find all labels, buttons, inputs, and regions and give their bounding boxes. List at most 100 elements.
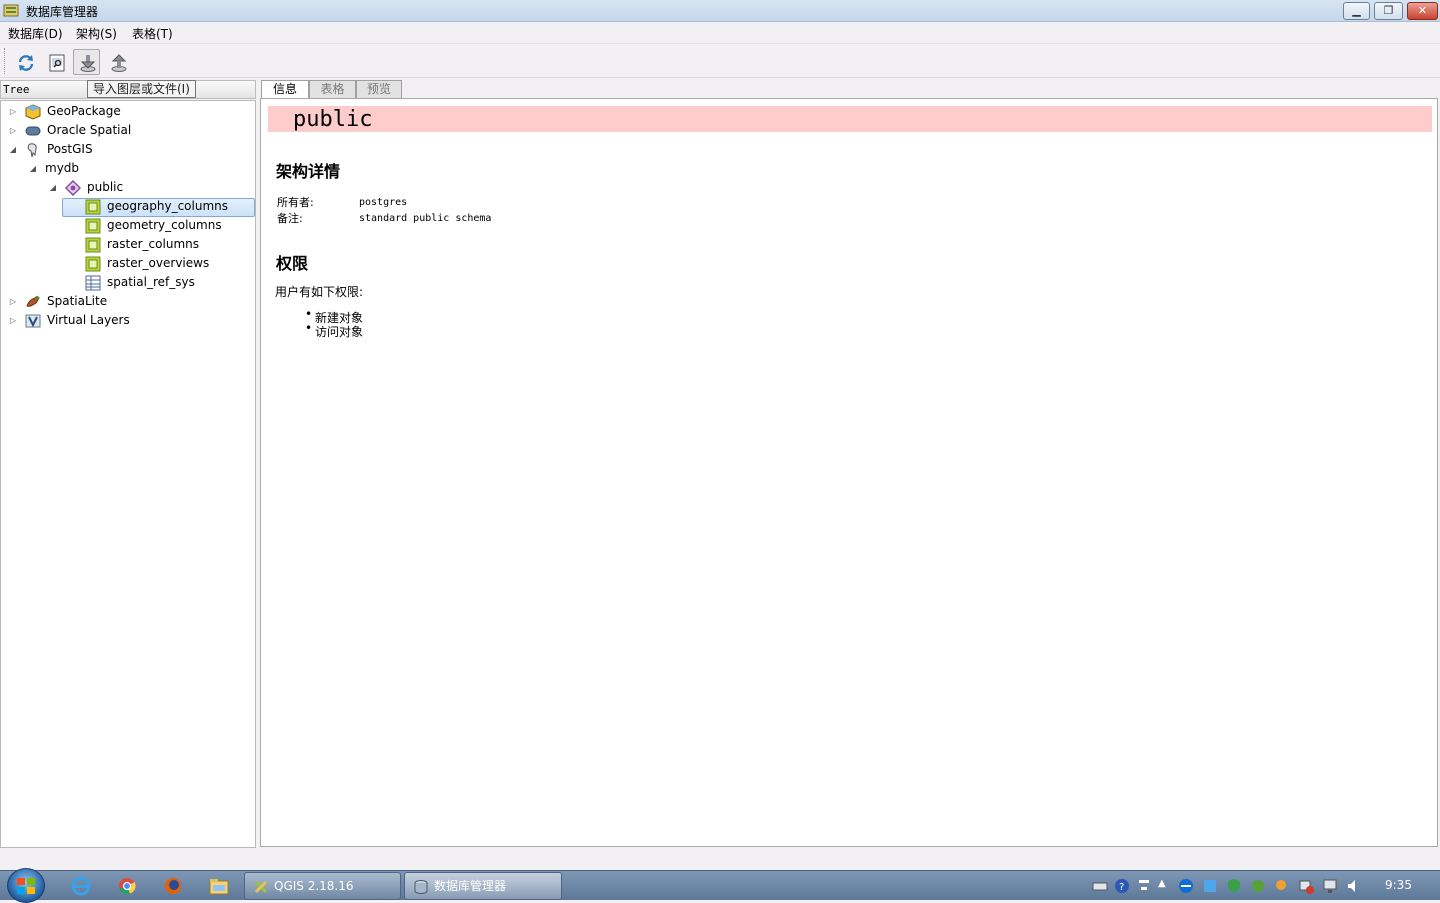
geopackage-icon: [25, 104, 41, 120]
tree-item-label: Virtual Layers: [47, 313, 130, 327]
collapse-arrow-icon[interactable]: ◢: [8, 140, 18, 159]
task-label: QGIS 2.18.16: [274, 879, 354, 893]
task-label: 数据库管理器: [434, 879, 507, 893]
task-db-manager[interactable]: 数据库管理器: [404, 872, 562, 900]
tree-item-virtual-layers[interactable]: ▷ Virtual Layers: [1, 311, 255, 330]
owner-label: 所有者:: [277, 196, 314, 209]
info-panel: public 架构详情 所有者: postgres 备注: standard p…: [260, 98, 1438, 847]
tree-item-table[interactable]: geography_columns: [1, 197, 255, 216]
network-manager-icon[interactable]: [1250, 878, 1266, 894]
comment-value: standard public schema: [359, 213, 492, 224]
tree-item-table[interactable]: geometry_columns: [1, 216, 255, 235]
expand-arrow-icon[interactable]: ▷: [8, 102, 18, 121]
qgis-icon: [254, 880, 268, 894]
tree-item-public[interactable]: ◢ public: [1, 178, 255, 197]
close-button[interactable]: ✕: [1407, 2, 1438, 20]
expand-arrow-icon[interactable]: ▷: [8, 311, 18, 330]
expand-arrow-icon[interactable]: ▷: [8, 292, 18, 311]
tree-panel: Tree ▷ GeoPackage ▷ Oracle Spatial ◢ Pos…: [0, 80, 257, 848]
privileges-heading: 权限: [276, 254, 309, 273]
keyboard-icon[interactable]: [1092, 878, 1108, 894]
taskbar: QGIS 2.18.16 数据库管理器 ? ▲ 9:35: [0, 868, 1440, 903]
security-shield-icon[interactable]: [1226, 878, 1242, 894]
tab-preview[interactable]: 预览: [356, 80, 402, 99]
start-button[interactable]: [7, 868, 45, 903]
tree-view[interactable]: ▷ GeoPackage ▷ Oracle Spatial ◢ PostGIS …: [0, 100, 256, 848]
table-icon: [85, 275, 101, 291]
tree-item-label: SpatiaLite: [47, 294, 108, 308]
tree-item-label: geography_columns: [107, 199, 228, 213]
refresh-button[interactable]: [11, 49, 38, 75]
menu-schema[interactable]: 架构(S): [76, 25, 117, 42]
import-tooltip: 导入图层或文件(I): [87, 80, 196, 98]
tree-item-label: raster_overviews: [107, 256, 210, 270]
table-icon: [85, 256, 101, 272]
title-bar: 数据库管理器 ▁ ❐ ✕: [0, 0, 1440, 22]
svg-text:?: ?: [1119, 882, 1124, 893]
tab-table[interactable]: 表格: [309, 80, 356, 99]
puzzle-icon[interactable]: [1202, 878, 1218, 894]
sql-window-button[interactable]: [42, 49, 69, 75]
tree-item-mydb[interactable]: ◢ mydb: [1, 159, 255, 178]
table-icon: [85, 199, 101, 215]
collapse-arrow-icon[interactable]: ◢: [28, 159, 38, 178]
spatialite-icon: [26, 296, 40, 307]
tab-info[interactable]: 信息: [261, 80, 309, 100]
refresh-icon: [18, 55, 34, 71]
tree-item-table[interactable]: spatial_ref_sys: [1, 273, 255, 292]
tree-item-label: public: [87, 180, 124, 194]
volume-icon[interactable]: [1346, 878, 1362, 894]
tree-item-label: raster_columns: [107, 237, 199, 251]
tree-item-label: mydb: [45, 161, 80, 175]
export-button[interactable]: [104, 49, 131, 75]
help-icon[interactable]: ?: [1114, 878, 1130, 894]
internet-explorer-icon[interactable]: [70, 875, 92, 897]
privilege-item: 访问对象: [305, 321, 363, 340]
tree-item-spatialite[interactable]: ▷ SpatiaLite: [1, 292, 255, 311]
comment-label: 备注:: [277, 212, 303, 225]
toolbar-grip[interactable]: [4, 48, 7, 74]
tree-item-table[interactable]: raster_columns: [1, 235, 255, 254]
collapse-arrow-icon[interactable]: ◢: [48, 178, 58, 197]
window-title: 数据库管理器: [26, 5, 99, 19]
tree-item-geopackage[interactable]: ▷ GeoPackage: [1, 102, 255, 121]
privileges-intro: 用户有如下权限:: [275, 285, 364, 299]
oracle-icon: [25, 126, 41, 136]
import-layer-icon: [80, 55, 96, 72]
tree-item-postgis[interactable]: ◢ PostGIS: [1, 140, 255, 159]
windows-logo-icon: [17, 878, 35, 894]
restore-button[interactable]: ❐: [1374, 2, 1403, 20]
table-icon: [85, 237, 101, 253]
disconnected-icon[interactable]: [1298, 878, 1314, 894]
task-qgis[interactable]: QGIS 2.18.16: [244, 872, 401, 900]
expand-arrow-icon[interactable]: ▷: [8, 121, 18, 140]
menu-database[interactable]: 数据库(D): [8, 25, 63, 42]
tab-bar: 信息 表格 预览: [261, 80, 1439, 100]
firefox-icon[interactable]: [162, 875, 184, 897]
schema-banner: public: [268, 106, 1432, 132]
owner-value: postgres: [359, 197, 408, 208]
chrome-icon[interactable]: [116, 875, 138, 897]
tree-item-oracle[interactable]: ▷ Oracle Spatial: [1, 121, 255, 140]
ime-icon[interactable]: [1136, 878, 1152, 894]
network-icon[interactable]: [1322, 878, 1338, 894]
menu-bar: 数据库(D) 架构(S) 表格(T): [0, 22, 1440, 44]
export-icon: [111, 54, 127, 72]
db-manager-icon: [414, 880, 428, 894]
file-explorer-icon[interactable]: [208, 875, 230, 897]
show-hidden-icons-icon[interactable]: ▲: [1158, 878, 1174, 894]
sql-window-icon: [49, 54, 65, 72]
tree-item-table[interactable]: raster_overviews: [1, 254, 255, 273]
import-layer-button[interactable]: [73, 49, 100, 75]
teamviewer-icon[interactable]: [1178, 878, 1194, 894]
clock[interactable]: 9:35: [1385, 878, 1412, 892]
menu-table[interactable]: 表格(T): [132, 25, 173, 42]
table-icon: [85, 218, 101, 234]
tree-item-label: Oracle Spatial: [47, 123, 132, 137]
minimize-button[interactable]: ▁: [1343, 2, 1370, 20]
postgis-icon: [27, 143, 37, 158]
tree-item-label: geometry_columns: [107, 218, 222, 232]
tree-item-label: spatial_ref_sys: [107, 275, 195, 289]
search-tool-icon[interactable]: [1274, 878, 1290, 894]
details-heading: 架构详情: [276, 162, 341, 181]
